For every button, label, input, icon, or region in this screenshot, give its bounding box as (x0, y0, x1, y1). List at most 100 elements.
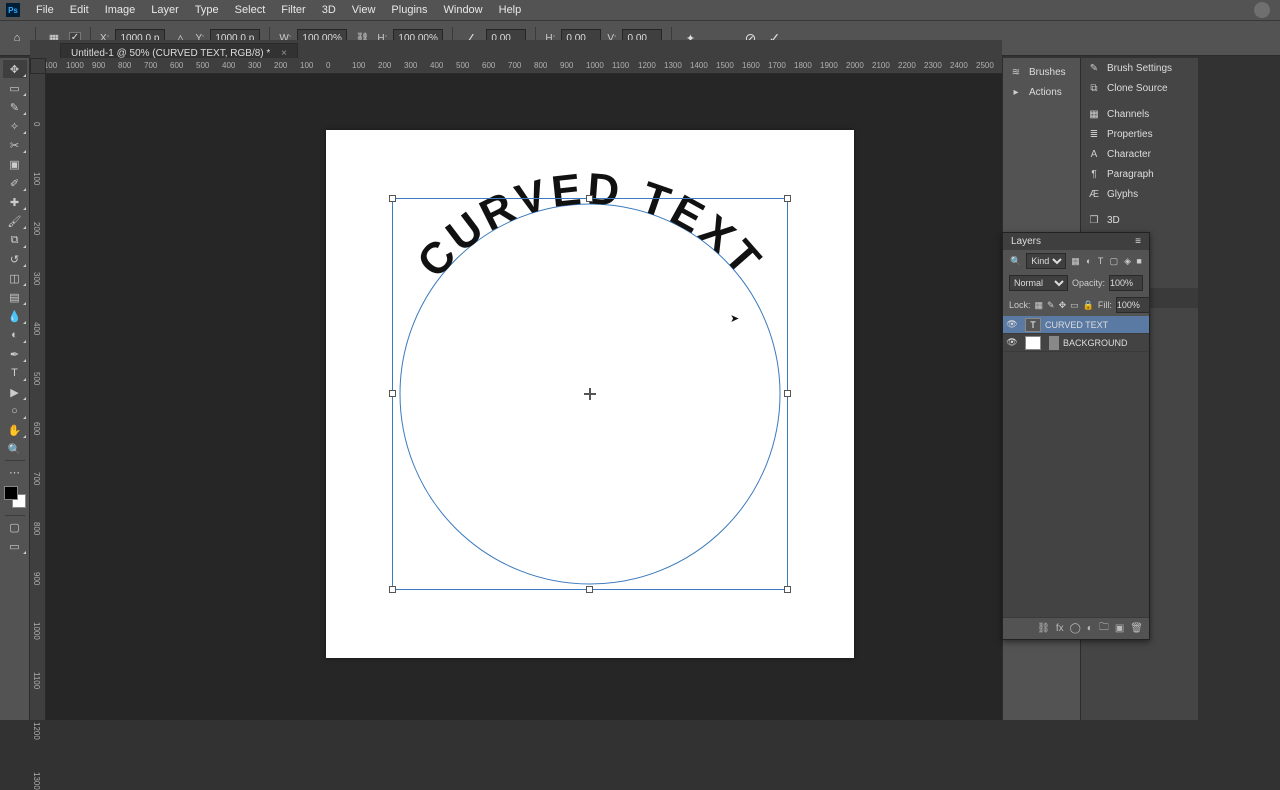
panel-channels[interactable]: ▦Channels (1081, 104, 1198, 124)
transform-handle-sw[interactable] (389, 586, 396, 593)
menu-view[interactable]: View (344, 2, 384, 18)
move-tool[interactable]: ✥ (3, 60, 27, 78)
menu-select[interactable]: Select (227, 2, 274, 18)
wand-tool[interactable]: ✧ (3, 117, 27, 135)
panel-brush-settings[interactable]: ✎Brush Settings (1081, 58, 1198, 78)
transform-handle-n[interactable] (586, 195, 593, 202)
layer-name[interactable]: CURVED TEXT (1045, 320, 1108, 330)
color-swatches[interactable] (4, 486, 26, 508)
document-canvas[interactable]: CURVED TEXT ➤ (326, 130, 854, 658)
panel-actions[interactable]: ▸Actions (1003, 82, 1080, 102)
panel-3d[interactable]: ❒3D (1081, 210, 1198, 230)
transform-handle-ne[interactable] (784, 195, 791, 202)
fill-label: Fill: (1098, 300, 1112, 310)
eraser-tool[interactable]: ◫ (3, 269, 27, 287)
layers-panel-title[interactable]: Layers ≡ (1003, 233, 1149, 250)
layer-name[interactable]: BACKGROUND (1063, 338, 1128, 348)
fill-field[interactable] (1116, 297, 1150, 313)
path-select-tool[interactable]: ▶ (3, 383, 27, 401)
new-group-icon[interactable]: 🗀 (1099, 620, 1109, 637)
menu-help[interactable]: Help (491, 2, 530, 18)
stamp-tool[interactable]: ⧉ (3, 231, 27, 249)
lock-pixels-icon[interactable]: ✎ (1047, 300, 1055, 311)
transform-handle-se[interactable] (784, 586, 791, 593)
search-icon[interactable]: 🔍 (1010, 255, 1021, 267)
crop-tool[interactable]: ✂ (3, 136, 27, 154)
menu-filter[interactable]: Filter (273, 2, 313, 18)
canvas-area[interactable]: CURVED TEXT ➤ (46, 74, 1002, 720)
menu-window[interactable]: Window (436, 2, 491, 18)
hand-tool[interactable]: ✋ (3, 421, 27, 439)
edit-toolbar-icon[interactable]: ⋯ (3, 463, 27, 481)
menu-plugins[interactable]: Plugins (383, 2, 435, 18)
menu-image[interactable]: Image (97, 2, 144, 18)
transform-handle-nw[interactable] (389, 195, 396, 202)
blur-tool[interactable]: 💧 (3, 307, 27, 325)
link-layers-icon[interactable]: ⛓ (1037, 623, 1050, 634)
lock-transparent-icon[interactable]: ▦ (1035, 300, 1044, 311)
gradient-tool[interactable]: ▤ (3, 288, 27, 306)
layer-thumb[interactable]: T (1025, 318, 1041, 332)
transform-handle-w[interactable] (389, 390, 396, 397)
menu-edit[interactable]: Edit (62, 2, 97, 18)
panel-character[interactable]: ACharacter (1081, 144, 1198, 164)
transform-handle-s[interactable] (586, 586, 593, 593)
history-brush-tool[interactable]: ↺ (3, 250, 27, 268)
delete-layer-icon[interactable]: 🗑 (1130, 623, 1143, 634)
lasso-tool[interactable]: ✎ (3, 98, 27, 116)
properties-icon: ≣ (1087, 127, 1101, 141)
home-icon[interactable]: ⌂ (8, 29, 26, 47)
lock-position-icon[interactable]: ✥ (1059, 300, 1067, 311)
panel-clone-source[interactable]: ⧉Clone Source (1081, 78, 1198, 98)
marquee-tool[interactable]: ▭ (3, 79, 27, 97)
blend-mode-select[interactable]: Normal (1009, 275, 1068, 291)
filter-adjust-icon[interactable]: ◐ (1086, 255, 1092, 267)
layer-thumb[interactable] (1025, 336, 1041, 350)
panel-paragraph[interactable]: ¶Paragraph (1081, 164, 1198, 184)
dodge-tool[interactable]: ◐ (3, 326, 27, 344)
filter-toggle-icon[interactable]: ■ (1136, 255, 1142, 267)
menu-3d[interactable]: 3D (314, 2, 344, 18)
eyedropper-tool[interactable]: ✐ (3, 174, 27, 192)
opacity-field[interactable] (1109, 275, 1143, 291)
pen-tool[interactable]: ✒ (3, 345, 27, 363)
quickmask-tool[interactable]: ▢ (3, 518, 27, 536)
transform-handle-e[interactable] (784, 390, 791, 397)
layer-mask-icon[interactable]: ◯ (1070, 623, 1081, 634)
layer-fx-icon[interactable]: fx (1056, 623, 1064, 634)
lock-all-icon[interactable]: 🔒 (1083, 300, 1094, 311)
menu-layer[interactable]: Layer (143, 2, 187, 18)
visibility-toggle-icon[interactable]: 👁 (1003, 319, 1021, 330)
transform-bounding-box[interactable] (392, 198, 788, 590)
filter-type-icon[interactable]: T (1098, 255, 1104, 267)
adjustment-layer-icon[interactable]: ◐ (1087, 623, 1093, 634)
transform-center-icon[interactable] (584, 388, 596, 400)
shape-tool[interactable]: ○ (3, 402, 27, 420)
layer-row[interactable]: 👁 BACKGROUND (1003, 334, 1149, 352)
panel-properties[interactable]: ≣Properties (1081, 124, 1198, 144)
layer-kind-select[interactable]: Kind (1026, 253, 1066, 269)
screenmode-tool[interactable]: ▭ (3, 537, 27, 555)
zoom-tool[interactable]: 🔍 (3, 440, 27, 458)
menu-type[interactable]: Type (187, 2, 227, 18)
panel-brushes[interactable]: ≋Brushes (1003, 62, 1080, 82)
layer-mask-thumb[interactable] (1049, 336, 1059, 350)
layers-panel[interactable]: Layers ≡ 🔍 Kind ▦ ◐ T ▢ ◈ ■ Normal Opaci… (1002, 232, 1150, 640)
heal-tool[interactable]: ✚ (3, 193, 27, 211)
type-tool[interactable]: T (3, 364, 27, 382)
filter-shape-icon[interactable]: ▢ (1110, 255, 1119, 267)
account-icon[interactable] (1254, 2, 1270, 18)
brush-tool[interactable]: 🖌 (3, 212, 27, 230)
panel-menu-icon[interactable]: ≡ (1135, 236, 1141, 247)
layer-row[interactable]: 👁 T CURVED TEXT (1003, 316, 1149, 334)
menu-bar: Ps File Edit Image Layer Type Select Fil… (0, 0, 1280, 20)
foreground-color[interactable] (4, 486, 18, 500)
panel-glyphs[interactable]: ÆGlyphs (1081, 184, 1198, 204)
new-layer-icon[interactable]: ▣ (1115, 623, 1124, 634)
menu-file[interactable]: File (28, 2, 62, 18)
filter-smart-icon[interactable]: ◈ (1124, 255, 1131, 267)
lock-nested-icon[interactable]: ▭ (1070, 300, 1079, 311)
frame-tool[interactable]: ▣ (3, 155, 27, 173)
visibility-toggle-icon[interactable]: 👁 (1003, 337, 1021, 348)
filter-pixel-icon[interactable]: ▦ (1071, 255, 1080, 267)
